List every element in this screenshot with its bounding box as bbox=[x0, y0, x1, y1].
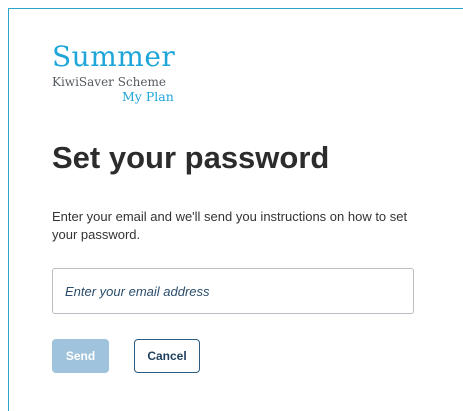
logo-plan: My Plan bbox=[122, 89, 174, 104]
logo-name: Summer bbox=[52, 40, 176, 73]
summer-logo: Summer KiwiSaver Scheme My Plan bbox=[52, 43, 192, 113]
logo-scheme: KiwiSaver Scheme bbox=[52, 75, 166, 89]
page-title: Set your password bbox=[52, 140, 330, 175]
cancel-button[interactable]: Cancel bbox=[134, 339, 200, 373]
page-description: Enter your email and we'll send you inst… bbox=[52, 209, 408, 242]
email-field[interactable] bbox=[52, 268, 414, 314]
send-button[interactable]: Send bbox=[52, 339, 109, 373]
